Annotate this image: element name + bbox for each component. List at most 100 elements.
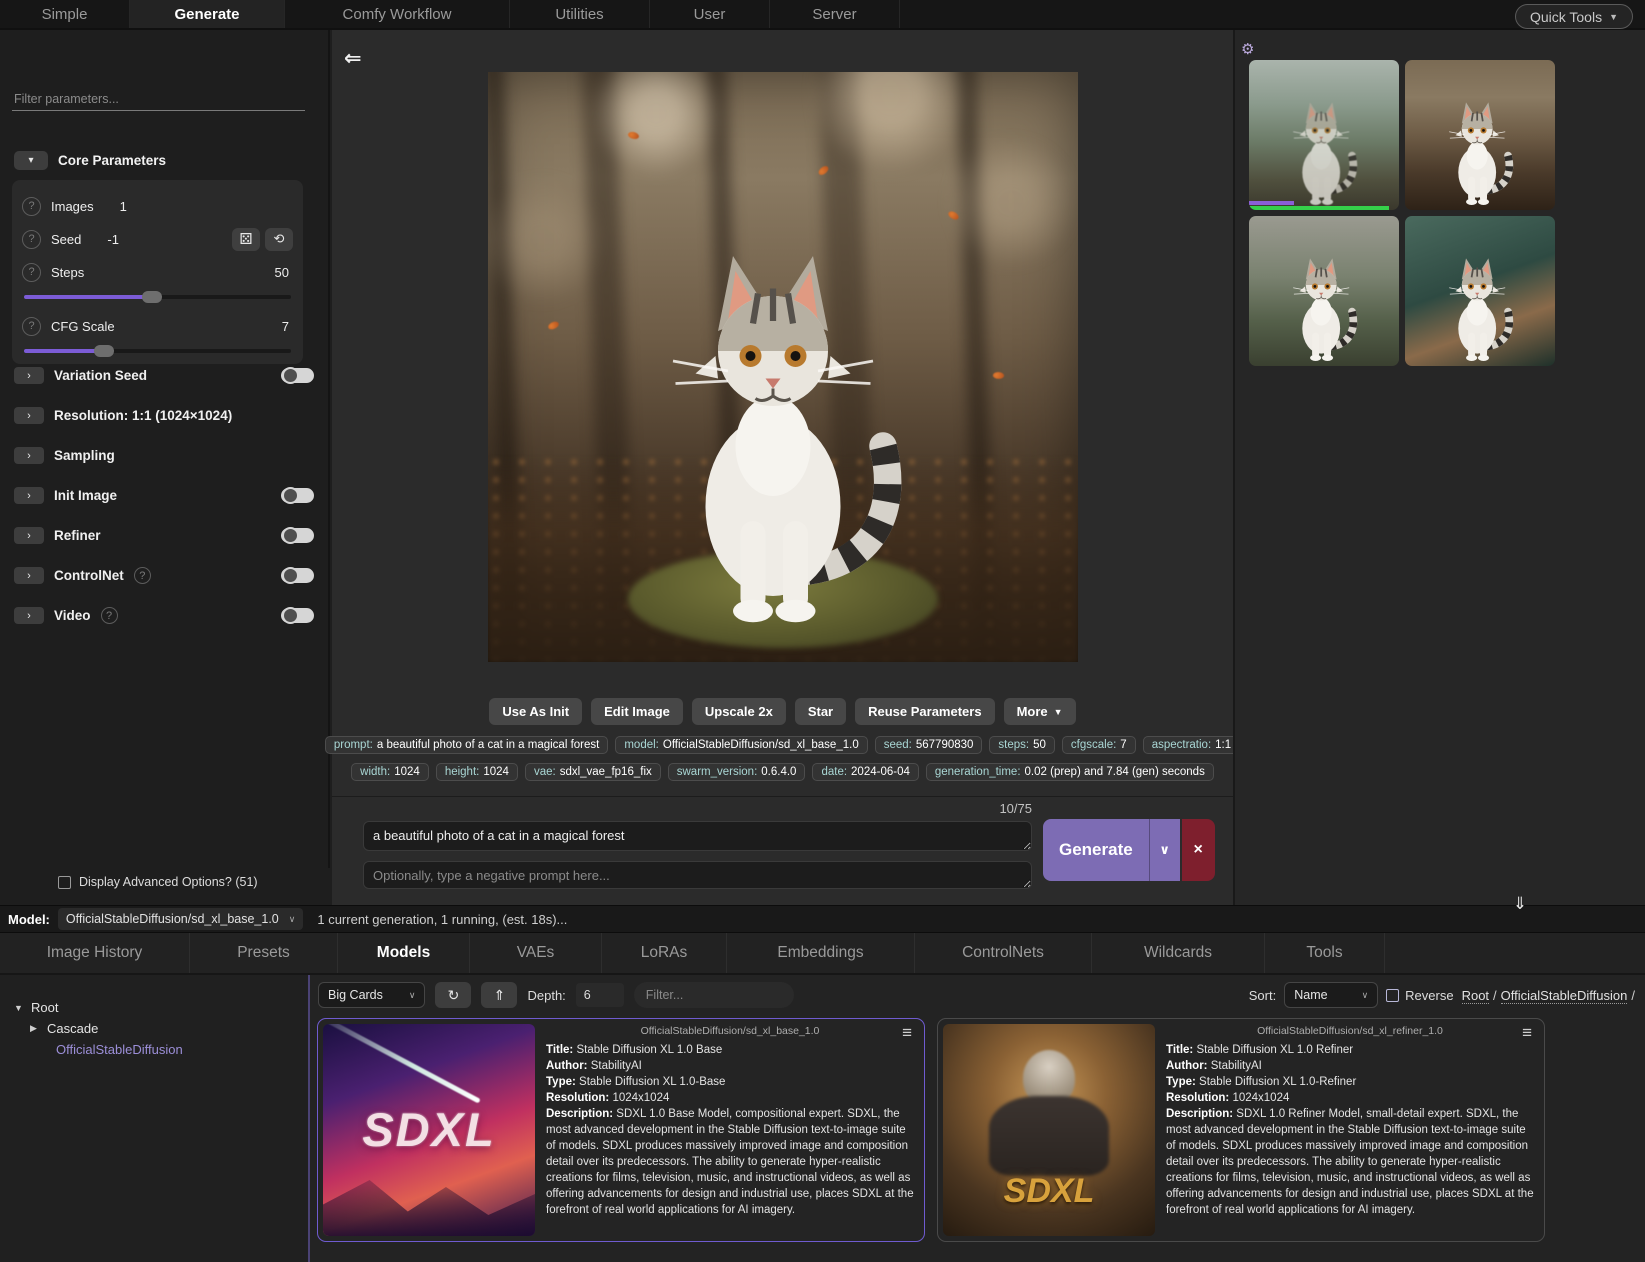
- meta-generation-time[interactable]: generation_time:0.02 (prep) and 7.84 (ge…: [926, 763, 1214, 781]
- expand-refiner-button[interactable]: ›: [14, 527, 44, 544]
- controlnet-label: ControlNet: [54, 568, 124, 583]
- model-card-sdxl-base[interactable]: SDXL OfficialStableDiffusion/sd_xl_base_…: [317, 1018, 925, 1242]
- meta-model[interactable]: model:OfficialStableDiffusion/sd_xl_base…: [615, 736, 867, 754]
- tab-simple[interactable]: Simple: [0, 0, 130, 28]
- thumbnail-image[interactable]: [1405, 216, 1555, 366]
- images-value[interactable]: 1: [120, 199, 127, 214]
- expand-sampling-button[interactable]: ›: [14, 447, 44, 464]
- thumbnail-generating[interactable]: [1249, 60, 1399, 210]
- menu-icon[interactable]: ≡: [1522, 1023, 1532, 1043]
- view-mode-select[interactable]: Big Cards ∨: [318, 982, 425, 1008]
- negative-prompt-input[interactable]: [363, 861, 1032, 889]
- help-icon[interactable]: ?: [22, 317, 41, 336]
- tab-wildcards[interactable]: Wildcards: [1092, 933, 1265, 973]
- breadcrumb-folder-link[interactable]: OfficialStableDiffusion: [1501, 988, 1628, 1004]
- controlnet-toggle[interactable]: [281, 568, 314, 583]
- tab-server[interactable]: Server: [770, 0, 900, 28]
- meta-width[interactable]: width:1024: [351, 763, 429, 781]
- meta-aspectratio[interactable]: aspectratio:1:1: [1143, 736, 1240, 754]
- toggle-knob: [282, 527, 299, 544]
- tab-user[interactable]: User: [650, 0, 770, 28]
- steps-slider-knob[interactable]: [142, 291, 162, 303]
- generated-image[interactable]: [488, 72, 1078, 662]
- generate-dropdown-button[interactable]: ∨: [1149, 819, 1180, 881]
- seed-value[interactable]: -1: [107, 232, 119, 247]
- tab-loras[interactable]: LoRAs: [602, 933, 727, 973]
- expand-video-button[interactable]: ›: [14, 607, 44, 624]
- tree-item-cascade[interactable]: ▶ Cascade: [0, 1018, 308, 1039]
- tab-vaes[interactable]: VAEs: [470, 933, 602, 973]
- more-button[interactable]: More▼: [1004, 698, 1076, 725]
- video-toggle[interactable]: [281, 608, 314, 623]
- tab-embeddings[interactable]: Embeddings: [727, 933, 915, 973]
- tab-utilities[interactable]: Utilities: [510, 0, 650, 28]
- tree-item-officialstablediffusion[interactable]: OfficialStableDiffusion: [0, 1039, 308, 1060]
- meta-prompt[interactable]: prompt:a beautiful photo of a cat in a m…: [325, 736, 608, 754]
- breadcrumb-root-link[interactable]: Root: [1462, 988, 1489, 1004]
- collapse-core-parameters-button[interactable]: ▾: [14, 151, 48, 170]
- tree-item-root[interactable]: ▼ Root: [0, 997, 308, 1018]
- init-image-toggle[interactable]: [281, 488, 314, 503]
- expand-variation-seed-button[interactable]: ›: [14, 367, 44, 384]
- tab-comfy-workflow[interactable]: Comfy Workflow: [285, 0, 510, 28]
- variation-seed-toggle[interactable]: [281, 368, 314, 383]
- thumbnail-image[interactable]: [1405, 60, 1555, 210]
- steps-slider[interactable]: [24, 295, 291, 299]
- depth-input[interactable]: [576, 983, 624, 1007]
- steps-value[interactable]: 50: [275, 265, 289, 280]
- help-icon[interactable]: ?: [134, 567, 151, 584]
- tab-generate[interactable]: Generate: [130, 0, 285, 28]
- meta-date[interactable]: date:2024-06-04: [812, 763, 918, 781]
- tab-image-history[interactable]: Image History: [0, 933, 190, 973]
- meta-swarm-version[interactable]: swarm_version:0.6.4.0: [668, 763, 806, 781]
- prompt-input[interactable]: a beautiful photo of a cat in a magical …: [363, 821, 1032, 851]
- interrupt-button[interactable]: ×: [1182, 819, 1215, 881]
- reuse-parameters-button[interactable]: Reuse Parameters: [855, 698, 994, 725]
- random-seed-button[interactable]: ⚄: [232, 228, 260, 251]
- meta-steps[interactable]: steps:50: [989, 736, 1054, 754]
- tab-models[interactable]: Models: [338, 933, 470, 973]
- gear-icon[interactable]: ⚙: [1241, 40, 1254, 58]
- quick-tools-button[interactable]: Quick Tools ▼: [1515, 4, 1633, 29]
- use-as-init-button[interactable]: Use As Init: [489, 698, 582, 725]
- model-select[interactable]: OfficialStableDiffusion/sd_xl_base_1.0 ∨: [58, 908, 303, 930]
- advanced-options-checkbox[interactable]: [58, 876, 71, 889]
- expand-controlnet-button[interactable]: ›: [14, 567, 44, 584]
- meta-vae[interactable]: vae:sdxl_vae_fp16_fix: [525, 763, 661, 781]
- meta-height[interactable]: height:1024: [436, 763, 518, 781]
- thumbnail-image[interactable]: [1249, 216, 1399, 366]
- figure-decoration: [989, 1096, 1109, 1176]
- help-icon[interactable]: ?: [22, 230, 41, 249]
- star-button[interactable]: Star: [795, 698, 846, 725]
- tab-controlnets[interactable]: ControlNets: [915, 933, 1092, 973]
- help-icon[interactable]: ?: [22, 197, 41, 216]
- menu-icon[interactable]: ≡: [902, 1023, 912, 1043]
- reuse-seed-button[interactable]: ⟲: [265, 228, 293, 251]
- filter-parameters-input[interactable]: [12, 88, 305, 111]
- sort-select[interactable]: Name ∨: [1284, 982, 1378, 1008]
- help-icon[interactable]: ?: [22, 263, 41, 282]
- upload-model-button[interactable]: ⇑: [481, 982, 517, 1008]
- edit-image-button[interactable]: Edit Image: [591, 698, 683, 725]
- sdxl-art-text: SDXL: [943, 1172, 1155, 1211]
- cfg-scale-value[interactable]: 7: [282, 319, 289, 334]
- tab-presets[interactable]: Presets: [190, 933, 338, 973]
- seed-buttons: ⚄ ⟲: [232, 228, 293, 251]
- model-card-sdxl-refiner[interactable]: SDXL OfficialStableDiffusion/sd_xl_refin…: [937, 1018, 1545, 1242]
- upscale-2x-button[interactable]: Upscale 2x: [692, 698, 786, 725]
- meta-seed[interactable]: seed:567790830: [875, 736, 983, 754]
- refiner-toggle[interactable]: [281, 528, 314, 543]
- expand-init-image-button[interactable]: ›: [14, 487, 44, 504]
- collapse-panel-icon[interactable]: ⇓: [1513, 894, 1527, 914]
- collapse-sidebar-icon[interactable]: ⇐: [344, 46, 362, 71]
- cfg-slider[interactable]: [24, 349, 291, 353]
- meta-cfgscale[interactable]: cfgscale:7: [1062, 736, 1136, 754]
- cfg-slider-knob[interactable]: [94, 345, 114, 357]
- reverse-checkbox[interactable]: [1386, 989, 1399, 1002]
- models-filter-input[interactable]: [634, 982, 794, 1008]
- help-icon[interactable]: ?: [101, 607, 118, 624]
- expand-resolution-button[interactable]: ›: [14, 407, 44, 424]
- generate-button[interactable]: Generate: [1043, 819, 1149, 881]
- tab-tools[interactable]: Tools: [1265, 933, 1385, 973]
- refresh-models-button[interactable]: ↻: [435, 982, 471, 1008]
